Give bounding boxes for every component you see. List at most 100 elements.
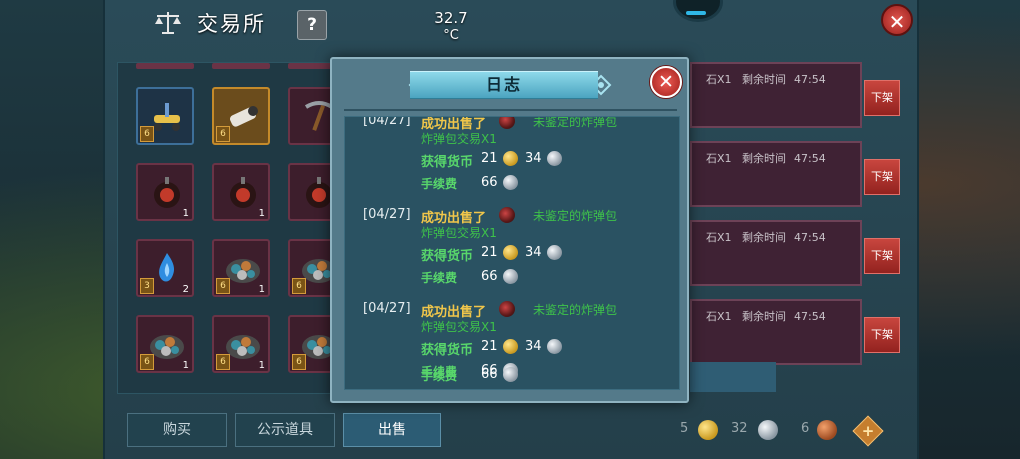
- listing-qty: 石X1: [706, 152, 732, 165]
- remaining-time: 47:54: [794, 152, 826, 165]
- dial-glow-icon: [686, 11, 706, 15]
- title-bar: 交易所 ? ✕: [105, 0, 917, 46]
- remaining-label: 剩余时间: [742, 152, 786, 165]
- entry-item-name: 未鉴定的炸弹包: [533, 303, 618, 317]
- gold-coin-icon: [503, 339, 518, 354]
- inventory-slot[interactable]: 61: [136, 315, 194, 373]
- listing-panel: 石X1 剩余时间 47:54 下架 石X1 剩余时间 47:54 下架 石X1 剩余时间 47:54…: [690, 62, 905, 365]
- unlist-button[interactable]: 下架: [864, 80, 900, 116]
- help-button[interactable]: ?: [297, 10, 327, 40]
- temperature-value: 32.7: [434, 9, 468, 27]
- silver-coin-icon: [503, 269, 518, 284]
- fee-label: 手续费: [421, 177, 458, 191]
- item-count: 2: [182, 284, 189, 295]
- earned-silver: 34: [525, 339, 542, 354]
- gold-coin-icon: [503, 151, 518, 166]
- listing-card[interactable]: 石X1 剩余时间 47:54: [690, 62, 862, 128]
- listing-card[interactable]: 石X1 剩余时间 47:54: [690, 220, 862, 286]
- remaining-time: 47:54: [794, 310, 826, 323]
- item-count: 1: [258, 360, 265, 371]
- unlist-button[interactable]: 下架: [864, 159, 900, 195]
- bomb-item-icon: [499, 117, 515, 129]
- inventory-slot[interactable]: 61: [212, 239, 270, 297]
- listing-remaining: 剩余时间 47:54: [742, 308, 826, 324]
- inventory-slot[interactable]: 6: [136, 87, 194, 145]
- inventory-slot[interactable]: 32: [136, 239, 194, 297]
- inventory-slot[interactable]: 6: [212, 87, 270, 145]
- silver-coin-icon: [503, 367, 518, 382]
- entry-date: [04/27]: [363, 207, 411, 222]
- item-count: 1: [258, 284, 265, 295]
- close-log-button[interactable]: ✕: [650, 66, 682, 98]
- tab-buy[interactable]: 购买: [127, 413, 227, 447]
- slot-edge: [136, 63, 194, 69]
- entry-item-detail: 炸弹包交易X1: [421, 132, 497, 146]
- fee-amount: 66: [481, 367, 498, 382]
- silver-coin-icon: [547, 245, 562, 260]
- silver-coin-icon: [758, 420, 778, 440]
- tab-sell[interactable]: 出售: [343, 413, 441, 447]
- listing-card[interactable]: 石X1 剩余时间 47:54: [690, 299, 862, 365]
- dial-indicator: [673, 0, 723, 22]
- bomb-icon: [148, 173, 186, 211]
- listing-qty: 石X1: [706, 310, 732, 323]
- remaining-label: 剩余时间: [742, 310, 786, 323]
- log-header: 日志: [410, 71, 598, 99]
- silver-coin-icon: [547, 151, 562, 166]
- temperature-readout: 32.7 °C: [424, 10, 478, 44]
- listing-remaining: 剩余时间 47:54: [742, 150, 826, 166]
- listing-qty: 石X1: [706, 231, 732, 244]
- inventory-slot[interactable]: 61: [212, 315, 270, 373]
- item-level-badge: 6: [140, 126, 154, 142]
- unlist-button[interactable]: 下架: [864, 317, 900, 353]
- earn-label: 获得货币: [421, 343, 474, 358]
- log-list[interactable]: [04/27] 成功出售了 未鉴定的炸弹包 炸弹包交易X1 获得货币 21 34 手续费 66[…: [344, 116, 680, 390]
- entry-date: [04/27]: [363, 116, 411, 128]
- listing-qty: 石X1: [706, 73, 732, 86]
- fee-label: 手续费: [421, 369, 458, 383]
- entry-item-detail: 炸弹包交易X1: [421, 226, 497, 240]
- tab-public-items[interactable]: 公示道具: [235, 413, 335, 447]
- entry-item-detail: 炸弹包交易X1: [421, 320, 497, 334]
- item-count: 1: [258, 208, 265, 219]
- copper-coin-icon: [817, 420, 837, 440]
- fee-label: 手续费: [421, 271, 458, 285]
- listing-card[interactable]: 石X1 剩余时间 47:54: [690, 141, 862, 207]
- log-title: 日志: [485, 75, 522, 94]
- bomb-icon: [224, 173, 262, 211]
- remaining-time: 47:54: [794, 231, 826, 244]
- item-count: 1: [182, 208, 189, 219]
- earned-gold: 21: [481, 245, 498, 260]
- listing-remaining: 剩余时间 47:54: [742, 229, 826, 245]
- bomb-item-icon: [499, 207, 515, 223]
- log-dialog: 日志 ✕ [04/27] 成功出售了 未鉴定的炸弹包 炸弹包交易X1 获得货币 21 34 手…: [330, 57, 689, 403]
- slot-edge: [212, 63, 270, 69]
- item-count: 1: [182, 360, 189, 371]
- item-level-badge: 6: [292, 354, 306, 370]
- scale-icon: [155, 12, 181, 34]
- add-currency-button[interactable]: +: [852, 415, 884, 447]
- item-level-badge: 6: [216, 354, 230, 370]
- fee-amount: 66: [481, 269, 498, 284]
- entry-item-name: 未鉴定的炸弹包: [533, 116, 618, 129]
- item-level-badge: 6: [292, 278, 306, 294]
- item-level-badge: 6: [140, 354, 154, 370]
- earned-silver: 34: [525, 245, 542, 260]
- inventory-slot[interactable]: 1: [212, 163, 270, 221]
- item-level-badge: 6: [216, 126, 230, 142]
- earned-silver: 34: [525, 151, 542, 166]
- listing-action-bar[interactable]: [690, 362, 776, 392]
- gold-coin-icon: [503, 245, 518, 260]
- inventory-slot[interactable]: 1: [136, 163, 194, 221]
- fee-amount: 66: [481, 175, 498, 190]
- remaining-label: 剩余时间: [742, 73, 786, 86]
- unlist-button[interactable]: 下架: [864, 238, 900, 274]
- earned-gold: 21: [481, 339, 498, 354]
- silver-count: 32: [731, 421, 748, 436]
- close-window-button[interactable]: ✕: [881, 4, 913, 36]
- page-title: 交易所: [197, 12, 266, 36]
- silver-coin-icon: [547, 339, 562, 354]
- earn-label: 获得货币: [421, 249, 474, 264]
- entry-item-name: 未鉴定的炸弹包: [533, 209, 618, 223]
- entry-date: [04/27]: [363, 301, 411, 316]
